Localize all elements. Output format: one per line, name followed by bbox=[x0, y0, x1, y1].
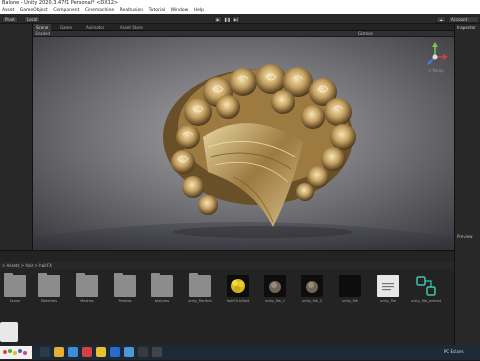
asset-tile-animation[interactable]: unity_file_animation bbox=[411, 275, 441, 315]
folder-icon bbox=[151, 273, 173, 297]
cloud-button[interactable]: ☁ bbox=[436, 15, 446, 23]
account-label: Account bbox=[451, 16, 468, 22]
mesh-thumbnail bbox=[301, 275, 323, 297]
asset-tile-hairfx[interactable]: hairFX.hiNoit bbox=[223, 275, 253, 315]
animation-icon bbox=[415, 275, 437, 297]
tab-animator-label: Animator bbox=[86, 25, 105, 30]
asset-label: Materials bbox=[40, 299, 58, 303]
title-bar: Balone - Unity 2020.3.47f1 Personal* <DX… bbox=[0, 0, 480, 7]
asset-tile-textures[interactable]: textures bbox=[147, 273, 177, 315]
persp-label[interactable]: < Persp bbox=[428, 68, 444, 73]
asset-label: unity_file_2 bbox=[302, 299, 322, 303]
scene-render bbox=[33, 37, 454, 250]
tab-scene[interactable]: Scene bbox=[33, 24, 52, 31]
local-label: Local bbox=[27, 16, 38, 22]
tab-scene-label: Scene bbox=[36, 25, 49, 30]
unity-hub-icon[interactable] bbox=[152, 347, 162, 357]
pinned-app-icon[interactable] bbox=[0, 346, 32, 359]
project-breadcrumb: > Assets > hair > hairFX bbox=[0, 262, 454, 269]
step-button[interactable]: ▶| bbox=[232, 15, 240, 23]
menu-bar: Asset GameObject Component Cinemachine R… bbox=[0, 7, 480, 14]
gizmos-label: Gizmos bbox=[358, 31, 373, 36]
shaded-label: Shaded bbox=[35, 31, 51, 36]
asset-label: unity_file.fbm bbox=[188, 299, 212, 303]
menu-cinemachine[interactable]: Cinemachine bbox=[85, 8, 114, 13]
document-icon bbox=[377, 275, 399, 297]
asset-label: unity_file_1 bbox=[265, 299, 285, 303]
search-icon[interactable] bbox=[40, 347, 50, 357]
menu-asset[interactable]: Asset bbox=[2, 8, 14, 13]
mesh-thumbnail bbox=[264, 275, 286, 297]
menu-tutorial[interactable]: Tutorial bbox=[149, 8, 166, 13]
document-icon[interactable] bbox=[0, 322, 18, 342]
main-toolbar: Pivot Local ▶ ❚❚ ▶| ☁ Account bbox=[0, 14, 480, 24]
tab-game[interactable]: Game bbox=[57, 24, 75, 31]
play-icon: ▶ bbox=[216, 16, 220, 22]
tab-game-label: Game bbox=[60, 25, 72, 30]
folder-icon bbox=[114, 273, 136, 297]
opera-icon[interactable] bbox=[82, 347, 92, 357]
asset-label: Meshes bbox=[80, 299, 94, 303]
asset-tile-unity-file-1[interactable]: unity_file_1 bbox=[260, 275, 290, 315]
folder-icon bbox=[76, 273, 98, 297]
cloud-icon: ☁ bbox=[439, 16, 443, 22]
asset-tile-unity-file[interactable]: unity_file bbox=[335, 275, 365, 315]
pause-button[interactable]: ❚❚ bbox=[223, 15, 231, 23]
asset-tile-scene[interactable]: Scene bbox=[0, 273, 30, 315]
asset-tile-prefabs[interactable]: Prefabs bbox=[110, 273, 140, 315]
step-icon: ▶| bbox=[233, 16, 239, 22]
asset-tile-unity-file-doc[interactable]: unity_file bbox=[373, 275, 403, 315]
asset-label: Scene bbox=[9, 299, 21, 303]
windows-taskbar: PC Eclairs bbox=[0, 345, 480, 360]
folder-icon bbox=[4, 273, 26, 297]
asset-label: unity_file_animation bbox=[411, 299, 441, 303]
tray-label: PC Eclairs bbox=[444, 349, 464, 354]
asset-tile-meshes[interactable]: Meshes bbox=[72, 273, 102, 315]
pause-icon: ❚❚ bbox=[224, 16, 231, 22]
edge-icon[interactable] bbox=[68, 347, 78, 357]
local-button[interactable]: Local bbox=[24, 15, 41, 23]
folder-icon bbox=[189, 273, 211, 297]
hair-thumbnail bbox=[227, 275, 249, 297]
tab-inspector-label: Inspector bbox=[457, 25, 476, 30]
unity-icon[interactable] bbox=[138, 347, 148, 357]
preview-label: Preview bbox=[457, 234, 473, 239]
pivot-button[interactable]: Pivot bbox=[2, 15, 18, 23]
hierarchy-panel[interactable] bbox=[0, 24, 33, 250]
menu-help[interactable]: Help bbox=[194, 8, 204, 13]
folder-icon[interactable] bbox=[54, 347, 64, 357]
preview-panel: Preview bbox=[454, 233, 480, 345]
window-title: Balone - Unity 2020.3.47f1 Personal* <DX… bbox=[2, 0, 119, 6]
menu-window[interactable]: Window bbox=[171, 8, 189, 13]
menu-realtusion[interactable]: Realtusion bbox=[120, 8, 144, 13]
tab-animator[interactable]: Animator bbox=[83, 24, 107, 31]
tab-asset-store[interactable]: Asset Store bbox=[117, 24, 146, 31]
tab-asset-store-label: Asset Store bbox=[120, 25, 143, 30]
play-button[interactable]: ▶ bbox=[214, 15, 222, 23]
view-tab-bar: Scene Game Animator Asset Store bbox=[33, 24, 454, 31]
app-icon[interactable] bbox=[124, 347, 134, 357]
account-button[interactable]: Account bbox=[448, 15, 479, 23]
asset-label: Prefabs bbox=[118, 299, 132, 303]
chrome-icon[interactable] bbox=[96, 347, 106, 357]
menu-component[interactable]: Component bbox=[53, 8, 79, 13]
asset-label: unity_file bbox=[342, 299, 358, 303]
asset-tile-fbm[interactable]: unity_file.fbm bbox=[185, 273, 215, 315]
asset-label: hairFX.hiNoit bbox=[226, 299, 250, 303]
asset-tile-unity-file-2[interactable]: unity_file_2 bbox=[297, 275, 327, 315]
scene-viewport[interactable]: < Persp bbox=[33, 37, 454, 250]
pivot-label: Pivot bbox=[5, 16, 15, 22]
system-tray-text[interactable]: PC Eclairs bbox=[444, 349, 464, 354]
inspector-panel[interactable]: Inspector bbox=[454, 24, 480, 250]
empty-thumbnail bbox=[339, 275, 361, 297]
asset-label: textures bbox=[154, 299, 170, 303]
app-icon[interactable] bbox=[110, 347, 120, 357]
tab-inspector[interactable]: Inspector bbox=[457, 25, 476, 30]
asset-tile-materials[interactable]: Materials bbox=[34, 273, 64, 315]
breadcrumb-text: > Assets > hair > hairFX bbox=[2, 263, 52, 268]
asset-label: unity_file bbox=[380, 299, 396, 303]
folder-icon bbox=[38, 273, 60, 297]
menu-gameobject[interactable]: GameObject bbox=[20, 8, 48, 13]
